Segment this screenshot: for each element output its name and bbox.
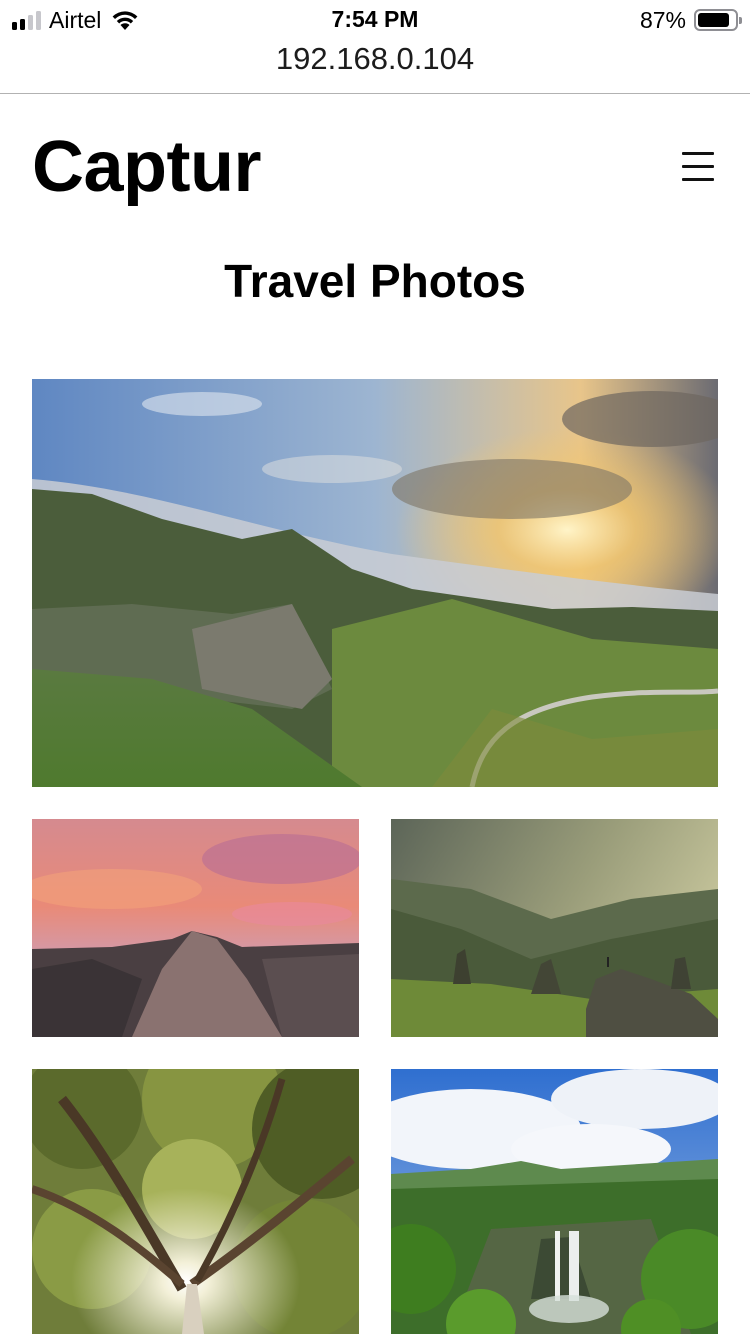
browser-url-bar[interactable]: 192.168.0.104 xyxy=(0,40,750,94)
photo-tree-canopy[interactable] xyxy=(32,1069,359,1334)
battery-icon xyxy=(694,9,742,31)
photo-green-mountains[interactable] xyxy=(391,819,718,1037)
battery-percent: 87% xyxy=(639,6,686,33)
status-right: 87% xyxy=(639,6,742,34)
photo-sunset-mountain[interactable] xyxy=(32,819,359,1037)
page-title: Travel Photos xyxy=(224,255,526,307)
photo-valley[interactable] xyxy=(32,379,718,787)
site-logo[interactable]: Captur xyxy=(32,124,262,210)
battery-level xyxy=(698,13,730,27)
photo-waterfall[interactable] xyxy=(391,1069,718,1334)
url-text[interactable]: 192.168.0.104 xyxy=(0,40,750,78)
status-time: 7:54 PM xyxy=(331,6,419,32)
status-bar: Airtel 7:54 PM 87% xyxy=(0,0,750,40)
hamburger-menu-icon[interactable] xyxy=(674,146,722,186)
